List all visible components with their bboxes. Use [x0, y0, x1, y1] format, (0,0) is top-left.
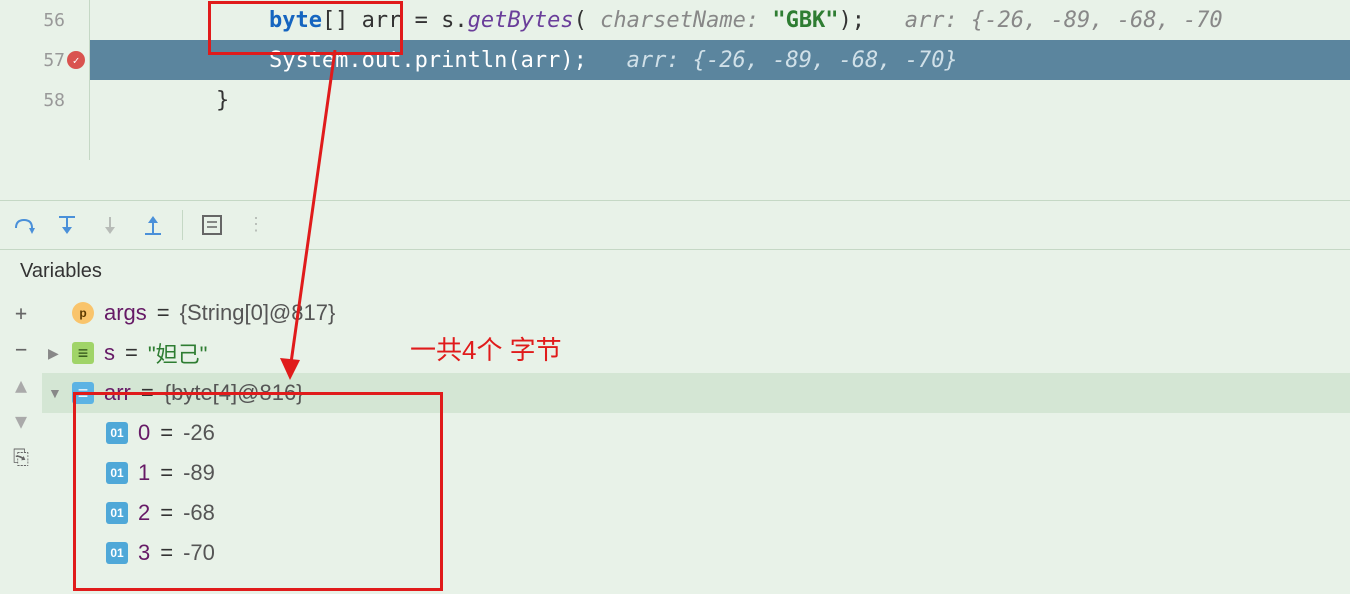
array-item[interactable]: 01 0 = -26 — [42, 413, 1350, 453]
trace-icon[interactable]: ⋮⋮ — [241, 211, 269, 239]
line-number: 58 — [43, 90, 65, 111]
byte-icon: 01 — [106, 542, 128, 564]
variable-arr[interactable]: ▼ arr = {byte[4]@816} — [42, 373, 1350, 413]
variables-sidebar: + − ▲ ▼ ⎘ — [0, 293, 42, 573]
array-item[interactable]: 01 3 = -70 — [42, 533, 1350, 573]
move-down-button[interactable]: ▼ — [9, 409, 33, 433]
variables-tree[interactable]: p args = {String[0]@817} ▶ s = "妲己" ▼ ar… — [42, 293, 1350, 573]
line-number: 57 — [43, 50, 65, 71]
debug-toolbar: ⋮⋮ — [0, 200, 1350, 250]
gutter-line[interactable]: 57 — [0, 40, 89, 80]
variables-tab[interactable]: Variables — [0, 250, 1350, 293]
array-item[interactable]: 01 2 = -68 — [42, 493, 1350, 533]
collapse-icon[interactable]: ▼ — [48, 385, 62, 401]
step-into-icon[interactable] — [53, 211, 81, 239]
svg-text:⋮⋮: ⋮⋮ — [247, 214, 266, 235]
expand-icon[interactable]: ▶ — [48, 345, 62, 362]
move-up-button[interactable]: ▲ — [9, 373, 33, 397]
force-step-into-icon[interactable] — [96, 211, 124, 239]
variables-panel: + − ▲ ▼ ⎘ p args = {String[0]@817} ▶ s =… — [0, 293, 1350, 573]
byte-icon: 01 — [106, 462, 128, 484]
remove-watch-button[interactable]: − — [9, 337, 33, 361]
array-item[interactable]: 01 1 = -89 — [42, 453, 1350, 493]
param-icon: p — [72, 302, 94, 324]
line-number: 56 — [43, 10, 65, 31]
inline-hint: arr: {-26, -89, -68, -70 — [905, 8, 1223, 33]
string-icon — [72, 342, 94, 364]
code-line-56[interactable]: byte[] arr = s.getBytes( charsetName: "G… — [90, 0, 1350, 40]
variable-s[interactable]: ▶ s = "妲己" — [42, 333, 1350, 373]
breakpoint-icon[interactable] — [67, 51, 85, 69]
code-area[interactable]: byte[] arr = s.getBytes( charsetName: "G… — [90, 0, 1350, 160]
variable-args[interactable]: p args = {String[0]@817} — [42, 293, 1350, 333]
code-line-58[interactable]: } — [90, 80, 1350, 120]
annotation-text: 一共4个 字节 — [410, 330, 562, 367]
keyword-byte: byte — [269, 8, 322, 33]
gutter-line[interactable]: 58 — [0, 80, 89, 120]
byte-icon: 01 — [106, 422, 128, 444]
gutter: 56 57 58 — [0, 0, 90, 160]
step-over-icon[interactable] — [10, 211, 38, 239]
byte-icon: 01 — [106, 502, 128, 524]
code-line-57-current[interactable]: System.out.println(arr); arr: {-26, -89,… — [90, 40, 1350, 80]
copy-button[interactable]: ⎘ — [9, 445, 33, 469]
evaluate-icon[interactable] — [198, 211, 226, 239]
array-icon — [72, 382, 94, 404]
separator — [182, 210, 183, 240]
step-out-icon[interactable] — [139, 211, 167, 239]
add-watch-button[interactable]: + — [9, 301, 33, 325]
inline-hint: arr: {-26, -89, -68, -70} — [627, 48, 958, 73]
gutter-line[interactable]: 56 — [0, 0, 89, 40]
code-editor: 56 57 58 byte[] arr = s.getBytes( charse… — [0, 0, 1350, 160]
